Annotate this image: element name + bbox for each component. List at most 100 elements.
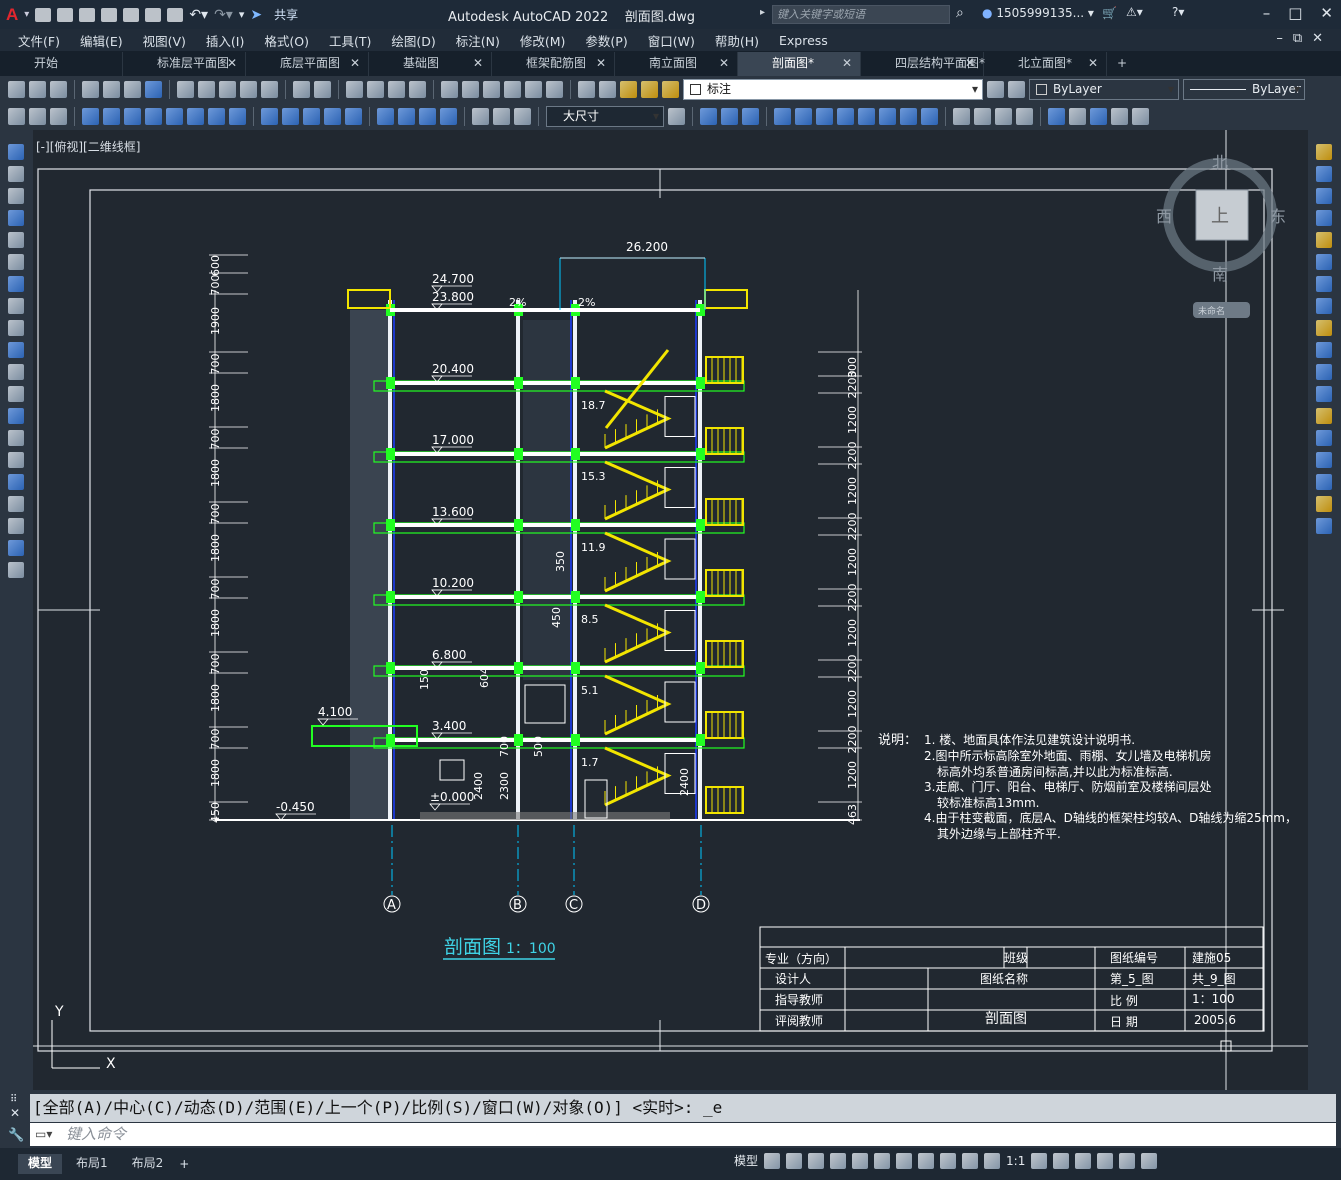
command-input[interactable]: 键入命令 <box>30 1123 1336 1146</box>
region-icon[interactable] <box>8 496 24 512</box>
match-properties-icon[interactable] <box>240 81 257 98</box>
jogged-icon[interactable] <box>187 108 204 125</box>
dim-style-manager-icon[interactable] <box>668 108 685 125</box>
tab-close-icon[interactable]: ✕ <box>227 52 237 75</box>
model-space-button[interactable]: 模型 <box>734 1152 758 1169</box>
snap-icon[interactable] <box>786 1152 803 1169</box>
polyline-icon[interactable] <box>8 188 24 204</box>
redo-icon[interactable]: ↷▾ <box>214 7 233 23</box>
ellipse-icon[interactable] <box>8 342 24 358</box>
annotation-scale-value[interactable]: 1:1 <box>1006 1154 1025 1168</box>
multiline-text-icon[interactable] <box>8 540 24 556</box>
ellipse-arc-icon[interactable] <box>8 364 24 380</box>
rotate-icon[interactable] <box>1316 276 1332 292</box>
erase-icon[interactable] <box>700 108 717 125</box>
design-center-icon[interactable] <box>462 81 479 98</box>
lineweight-icon[interactable] <box>918 1152 935 1169</box>
menu-item-2[interactable]: 视图(V) <box>143 31 186 50</box>
tolerance-icon[interactable] <box>377 108 394 125</box>
blend-icon[interactable] <box>1316 496 1332 512</box>
properties-icon[interactable] <box>441 81 458 98</box>
search-input[interactable]: 键入关键字或短语 <box>772 5 950 24</box>
join-icon[interactable] <box>974 108 991 125</box>
file-tab-1[interactable]: 标准层平面图 ✕ <box>123 52 246 76</box>
quick-dimension-icon[interactable] <box>261 108 278 125</box>
open-file-icon[interactable] <box>57 7 74 22</box>
dim-edit-icon[interactable] <box>50 108 67 125</box>
copy-obj-icon[interactable] <box>721 108 738 125</box>
quick-dim-icon[interactable] <box>8 108 25 125</box>
layer-combo[interactable]: 标注 <box>683 79 983 100</box>
tab-close-icon[interactable]: ✕ <box>965 52 975 75</box>
customize-wrench-icon[interactable]: 🔧 <box>8 1128 24 1143</box>
zoom-previous-icon[interactable] <box>409 81 426 98</box>
doc-window-controls[interactable]: –⧉✕ <box>1276 31 1333 46</box>
clean-screen-icon[interactable] <box>1119 1152 1136 1169</box>
polygon-icon[interactable] <box>8 210 24 226</box>
menu-item-10[interactable]: 窗口(W) <box>648 31 695 50</box>
scale-icon[interactable] <box>1316 298 1332 314</box>
construction-line-icon[interactable] <box>8 166 24 182</box>
diameter-icon[interactable] <box>208 108 225 125</box>
tool-palettes-icon[interactable] <box>483 81 500 98</box>
undo-icon[interactable]: ↶▾ <box>189 7 208 23</box>
inspection-icon[interactable] <box>419 108 436 125</box>
block-editor-icon[interactable] <box>261 81 278 98</box>
extend-icon[interactable] <box>1316 364 1332 380</box>
line-icon[interactable] <box>8 144 24 160</box>
baseline-icon[interactable] <box>282 108 299 125</box>
annotation-scale-icon[interactable] <box>984 1152 1001 1169</box>
undo-icon[interactable] <box>293 81 310 98</box>
hardware-acceleration-icon[interactable] <box>1097 1152 1114 1169</box>
user-account[interactable]: ● 1505999135... ▾ <box>982 6 1094 20</box>
autocad-logo-icon[interactable]: A <box>6 5 18 25</box>
calculator-icon[interactable] <box>546 81 563 98</box>
isodraft-icon[interactable] <box>852 1152 869 1169</box>
angular-icon[interactable] <box>229 108 246 125</box>
workspace-gear-icon[interactable] <box>1031 1152 1048 1169</box>
rotate-icon[interactable] <box>837 108 854 125</box>
plot-icon[interactable] <box>167 7 184 22</box>
add-layout-icon[interactable]: + <box>179 1157 189 1171</box>
block-icon[interactable] <box>1069 108 1086 125</box>
isolate-icon[interactable] <box>1075 1152 1092 1169</box>
explode-icon[interactable] <box>1048 108 1065 125</box>
rectangle-icon[interactable] <box>8 232 24 248</box>
trim-icon[interactable] <box>1316 342 1332 358</box>
file-tab-6[interactable]: 剖面图* ✕ <box>738 52 861 76</box>
redo-icon[interactable] <box>314 81 331 98</box>
publish-icon[interactable] <box>124 81 141 98</box>
search-expand-icon[interactable]: ▸ <box>760 7 765 18</box>
menu-item-7[interactable]: 标注(N) <box>456 31 500 50</box>
grid-icon[interactable] <box>764 1152 781 1169</box>
share-button[interactable]: 共享 <box>274 6 298 23</box>
recent-commands-icon[interactable]: ▭▾ <box>35 1127 52 1141</box>
file-tab-5[interactable]: 南立面图 ✕ <box>615 52 738 76</box>
dim-style-icon[interactable] <box>29 108 46 125</box>
new-file-icon[interactable] <box>35 7 52 22</box>
object-snap-tracking-icon[interactable] <box>874 1152 891 1169</box>
zoom-window-icon[interactable] <box>388 81 405 98</box>
point-icon[interactable] <box>8 430 24 446</box>
auto-scale-icon[interactable] <box>962 1152 979 1169</box>
new-tab-icon[interactable]: + <box>1107 52 1139 76</box>
menu-item-5[interactable]: 工具(T) <box>329 31 371 50</box>
customize-quick-access-icon[interactable]: ▾ <box>239 8 245 21</box>
save-icon[interactable] <box>79 7 96 22</box>
move-icon[interactable] <box>1316 254 1332 270</box>
xref-icon[interactable] <box>1132 108 1149 125</box>
menu-item-6[interactable]: 绘图(D) <box>391 31 435 50</box>
polar-icon[interactable] <box>830 1152 847 1169</box>
app-menu-chevron-icon[interactable]: ▾ <box>24 9 29 20</box>
aligned-dim-icon[interactable] <box>103 108 120 125</box>
spline-icon[interactable] <box>8 320 24 336</box>
close-icon[interactable]: ✕ <box>1320 4 1333 22</box>
autodesk-app-icon[interactable]: ⚠▾ <box>1126 5 1143 19</box>
layout-tab-1[interactable]: 布局1 <box>66 1154 118 1174</box>
chamfer-icon[interactable] <box>995 108 1012 125</box>
layer-freeze-icon[interactable] <box>641 81 658 98</box>
customization-icon[interactable] <box>1141 1152 1158 1169</box>
maximize-icon[interactable]: □ <box>1288 4 1302 22</box>
layer-previous-icon[interactable] <box>1008 81 1025 98</box>
break-at-point-icon[interactable] <box>1316 386 1332 402</box>
